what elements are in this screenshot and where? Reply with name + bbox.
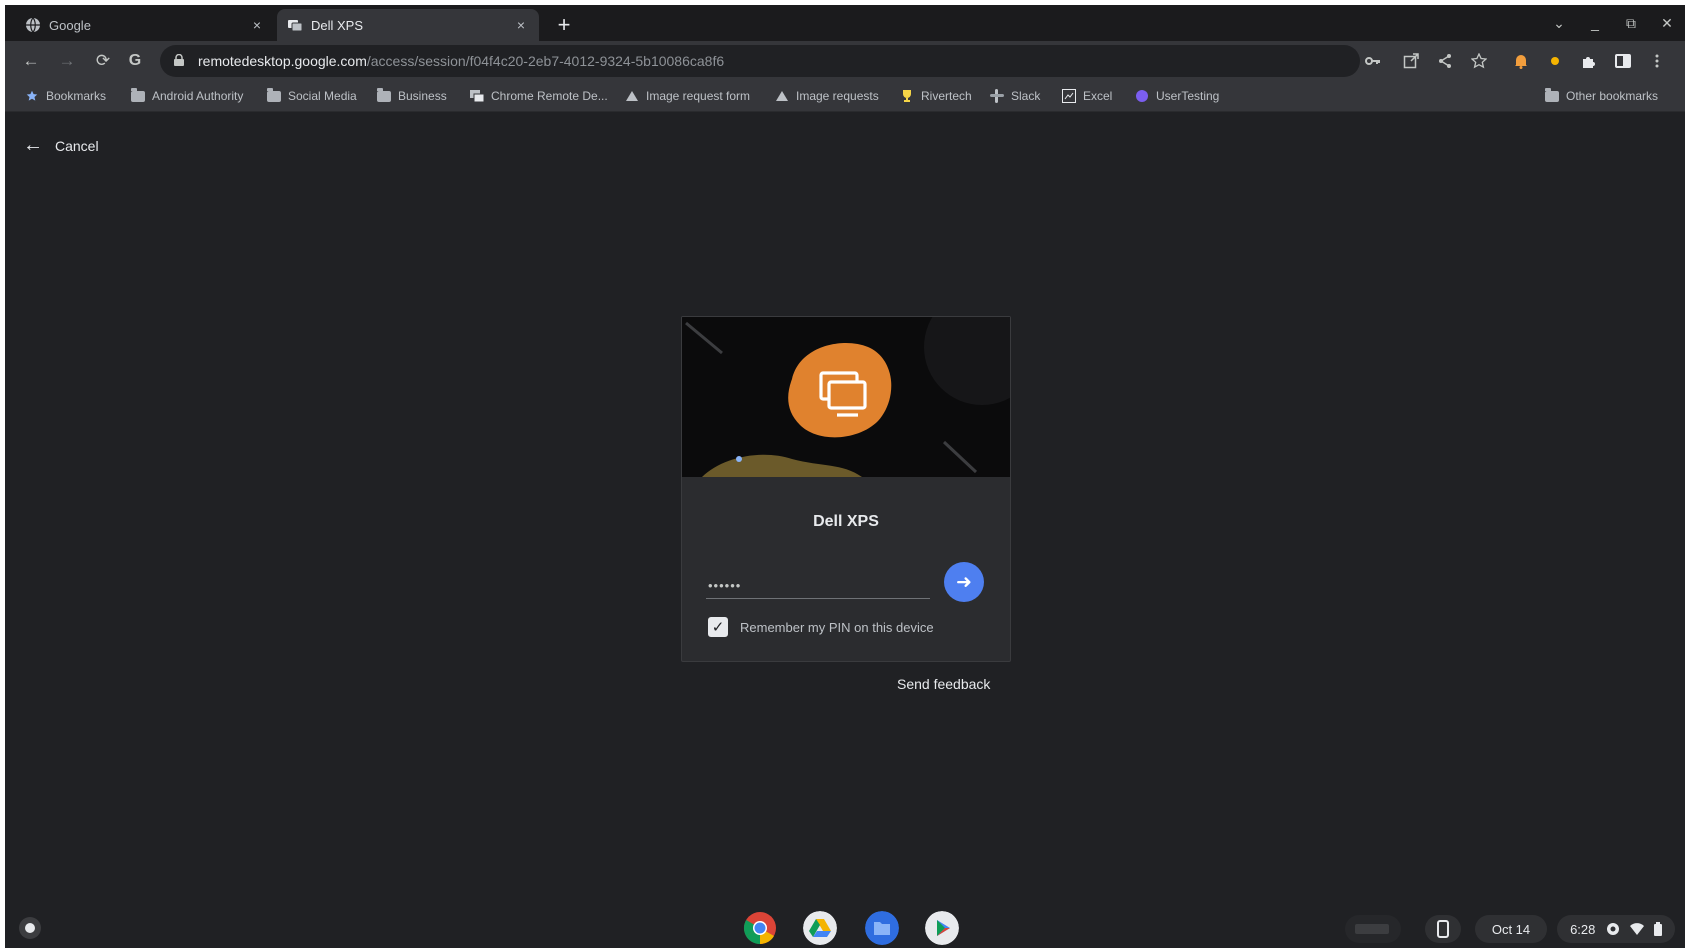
- bookmark-image-request-form[interactable]: Image request form: [625, 87, 750, 105]
- date-tray[interactable]: Oct 14: [1475, 915, 1547, 943]
- side-panel-icon[interactable]: [1615, 53, 1631, 69]
- bookmark-social-media[interactable]: Social Media: [267, 87, 357, 105]
- tab-dell-xps[interactable]: Dell XPS ×: [277, 9, 539, 41]
- remote-desktop-icon: [287, 17, 303, 33]
- hero-illustration: [682, 317, 1010, 477]
- cancel-label: Cancel: [55, 137, 99, 154]
- chromeos-shelf: Oct 14 6:28: [5, 905, 1685, 948]
- chromeos-screen: Google × Dell XPS × + ⌄ _ ⧉ ✕ ← → ⟳ G re…: [5, 5, 1685, 948]
- remote-desktop-page: ← Cancel Dell XPS •••••• ➜ ✓ Remember my…: [5, 112, 1685, 948]
- bookmark-label: Bookmarks: [46, 89, 107, 103]
- bookmarks-bar: Bookmarks Android Authority Social Media…: [5, 81, 1685, 112]
- url-host: remotedesktop.google.com: [198, 53, 367, 69]
- bookmark-business[interactable]: Business: [377, 87, 447, 105]
- new-tab-button[interactable]: +: [550, 11, 578, 39]
- google-globe-icon: [25, 17, 41, 33]
- status-tray[interactable]: 6:28: [1557, 915, 1675, 943]
- launcher-button[interactable]: [19, 917, 41, 939]
- open-external-icon[interactable]: [1403, 53, 1419, 69]
- arrow-right-icon: ➜: [956, 571, 972, 593]
- bookmark-usertesting[interactable]: UserTesting: [1135, 87, 1219, 105]
- connect-button[interactable]: ➜: [944, 562, 984, 602]
- drive-icon[interactable]: [803, 911, 837, 945]
- extension-dot-icon[interactable]: [1547, 53, 1563, 69]
- battery-icon: [1653, 922, 1662, 936]
- back-icon[interactable]: ←: [17, 47, 45, 75]
- reload-icon[interactable]: ⟳: [89, 47, 117, 75]
- trophy-icon: [900, 89, 914, 103]
- remember-pin-checkbox[interactable]: ✓: [708, 617, 728, 637]
- files-icon[interactable]: [865, 911, 899, 945]
- sheet-icon: [1062, 89, 1076, 103]
- bookmark-bookmarks[interactable]: Bookmarks: [25, 87, 106, 105]
- close-tab-icon[interactable]: ×: [513, 17, 529, 33]
- bookmark-label: UserTesting: [1156, 89, 1220, 103]
- star-icon: [25, 89, 39, 103]
- extensions-puzzle-icon[interactable]: [1581, 53, 1597, 69]
- tab-title: Dell XPS: [311, 17, 364, 33]
- chrome-icon[interactable]: [743, 911, 777, 945]
- play-store-icon[interactable]: [925, 911, 959, 945]
- search-tabs-icon[interactable]: ⌄: [1545, 11, 1573, 35]
- url-path: /access/session/f04f4c20-2eb7-4012-9324-…: [366, 53, 725, 69]
- browser-toolbar: ← → ⟳ G remotedesktop.google.com /access…: [5, 41, 1685, 81]
- bookmark-android-authority[interactable]: Android Authority: [131, 87, 243, 105]
- launcher-icon: [25, 923, 35, 933]
- usertesting-icon: [1135, 89, 1149, 103]
- bookmark-rivertech[interactable]: Rivertech: [900, 87, 972, 105]
- forward-icon[interactable]: →: [53, 47, 81, 75]
- bookmark-label: Slack: [1011, 89, 1041, 103]
- bookmark-label: Chrome Remote De...: [491, 89, 608, 103]
- google-account-icon[interactable]: G: [121, 47, 149, 75]
- bookmark-excel[interactable]: Excel: [1062, 87, 1112, 105]
- send-feedback-link[interactable]: Send feedback: [897, 676, 990, 692]
- bookmark-slack[interactable]: Slack: [990, 87, 1040, 105]
- phone-hub-icon[interactable]: [1425, 915, 1461, 943]
- folder-icon: [1545, 87, 1559, 103]
- form-icon: [625, 89, 639, 103]
- menu-icon[interactable]: [1649, 53, 1665, 69]
- close-tab-icon[interactable]: ×: [249, 17, 265, 33]
- bookmark-star-icon[interactable]: [1470, 52, 1488, 69]
- remember-pin-row: ✓ Remember my PIN on this device: [708, 617, 934, 637]
- holding-space-tray[interactable]: [1345, 915, 1401, 943]
- bookmark-label: Image request form: [646, 89, 751, 103]
- bookmark-other-bookmarks[interactable]: Other bookmarks: [1545, 87, 1658, 105]
- form-icon: [775, 89, 789, 103]
- back-arrow-icon: ←: [23, 134, 43, 156]
- share-icon[interactable]: [1437, 53, 1453, 69]
- folder-icon: [131, 87, 145, 103]
- clock-time: 6:28: [1570, 921, 1596, 937]
- minimize-icon[interactable]: _: [1581, 11, 1609, 35]
- tab-title: Google: [49, 17, 91, 33]
- folder-icon: [267, 87, 281, 103]
- pin-dialog-card: Dell XPS ➜ ✓ Remember my PIN on this dev…: [681, 316, 1011, 662]
- restore-icon[interactable]: ⧉: [1617, 11, 1645, 35]
- settings-gear-icon: [1606, 923, 1619, 935]
- slack-icon: [990, 89, 1004, 103]
- bookmark-label: Social Media: [288, 89, 357, 103]
- wifi-icon: [1629, 923, 1644, 935]
- tab-strip: Google × Dell XPS × + ⌄ _ ⧉ ✕: [5, 5, 1685, 41]
- bookmark-label: Other bookmarks: [1566, 89, 1659, 103]
- bookmark-label: Business: [398, 89, 447, 103]
- bookmark-image-requests[interactable]: Image requests: [775, 87, 879, 105]
- lock-icon: [174, 53, 188, 69]
- folder-icon: [377, 87, 391, 103]
- pin-input[interactable]: [706, 572, 930, 599]
- bookmark-label: Excel: [1083, 89, 1113, 103]
- bookmark-chrome-remote-desktop[interactable]: Chrome Remote De...: [470, 87, 608, 105]
- remember-pin-label: Remember my PIN on this device: [740, 619, 934, 635]
- close-icon[interactable]: ✕: [1653, 11, 1681, 35]
- tab-google[interactable]: Google ×: [15, 9, 275, 41]
- bookmark-label: Rivertech: [921, 89, 972, 103]
- bookmark-label: Image requests: [796, 89, 879, 103]
- address-bar[interactable]: remotedesktop.google.com /access/session…: [160, 45, 1360, 77]
- key-icon[interactable]: [1365, 53, 1381, 69]
- cancel-button[interactable]: ← Cancel: [23, 134, 99, 157]
- host-name: Dell XPS: [813, 513, 879, 530]
- extension-bell-icon[interactable]: [1513, 53, 1529, 69]
- bookmark-label: Android Authority: [152, 89, 244, 103]
- remote-desktop-icon: [470, 89, 484, 103]
